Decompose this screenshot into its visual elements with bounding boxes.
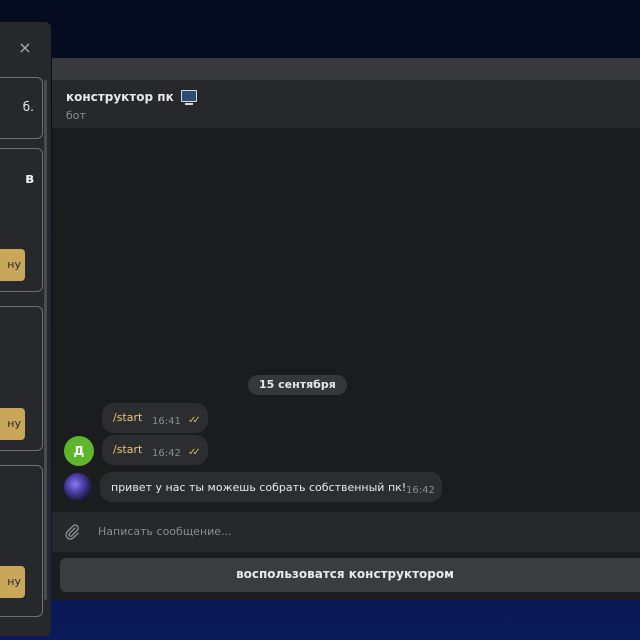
paperclip-icon[interactable] [64,523,80,541]
bot-keyboard-button[interactable]: воспользоватся конструктором [60,558,640,592]
bot-keyboard-button-label: воспользоватся конструктором [236,567,454,581]
bot-avatar[interactable] [64,473,92,501]
composer: Написать сообщение... [52,512,640,552]
window-topbar [52,58,640,80]
monitor-icon [180,90,197,105]
chat-window: конструктор пк бот 15 сентября /start 16… [52,58,640,600]
message-text: /start [113,411,143,424]
message-bubble[interactable]: /start 16:41 ✓✓ [102,403,208,433]
message-bubble[interactable]: /start 16:42 ✓✓ [102,435,208,465]
message-time: 16:42 [152,448,181,459]
scrollbar[interactable] [44,80,47,600]
double-check-icon: ✓✓ [188,415,201,426]
chat-title: конструктор пк [66,90,197,105]
card-text: б. [22,100,34,114]
message-text: /start [113,443,143,456]
panel-card[interactable]: ну [0,465,43,617]
message-input[interactable]: Написать сообщение... [98,525,232,538]
chat-header[interactable]: конструктор пк бот [52,80,640,128]
chat-title-text: конструктор пк [66,90,174,104]
bot-message-bubble[interactable]: привет у нас ты можешь собрать собственн… [100,472,442,502]
chat-subtitle: бот [66,109,86,122]
card-button[interactable]: ну [0,408,25,440]
card-text: в [25,171,34,187]
side-panel: × б. в ну ну ну [0,22,51,636]
double-check-icon: ✓✓ [188,447,201,458]
card-button[interactable]: ну [0,566,25,598]
panel-card[interactable]: б. [0,77,43,139]
card-button[interactable]: ну [0,249,25,281]
user-avatar[interactable]: Д [64,436,94,466]
date-divider: 15 сентября [248,375,347,395]
panel-card[interactable]: в ну [0,148,43,292]
message-time: 16:42 [406,485,435,496]
close-icon[interactable]: × [17,40,33,56]
panel-card[interactable]: ну [0,306,43,451]
bot-message-text: привет у нас ты можешь собрать собственн… [111,481,407,494]
message-time: 16:41 [152,416,181,427]
message-list[interactable]: 15 сентября /start 16:41 ✓✓ /start 16:42… [52,128,640,512]
